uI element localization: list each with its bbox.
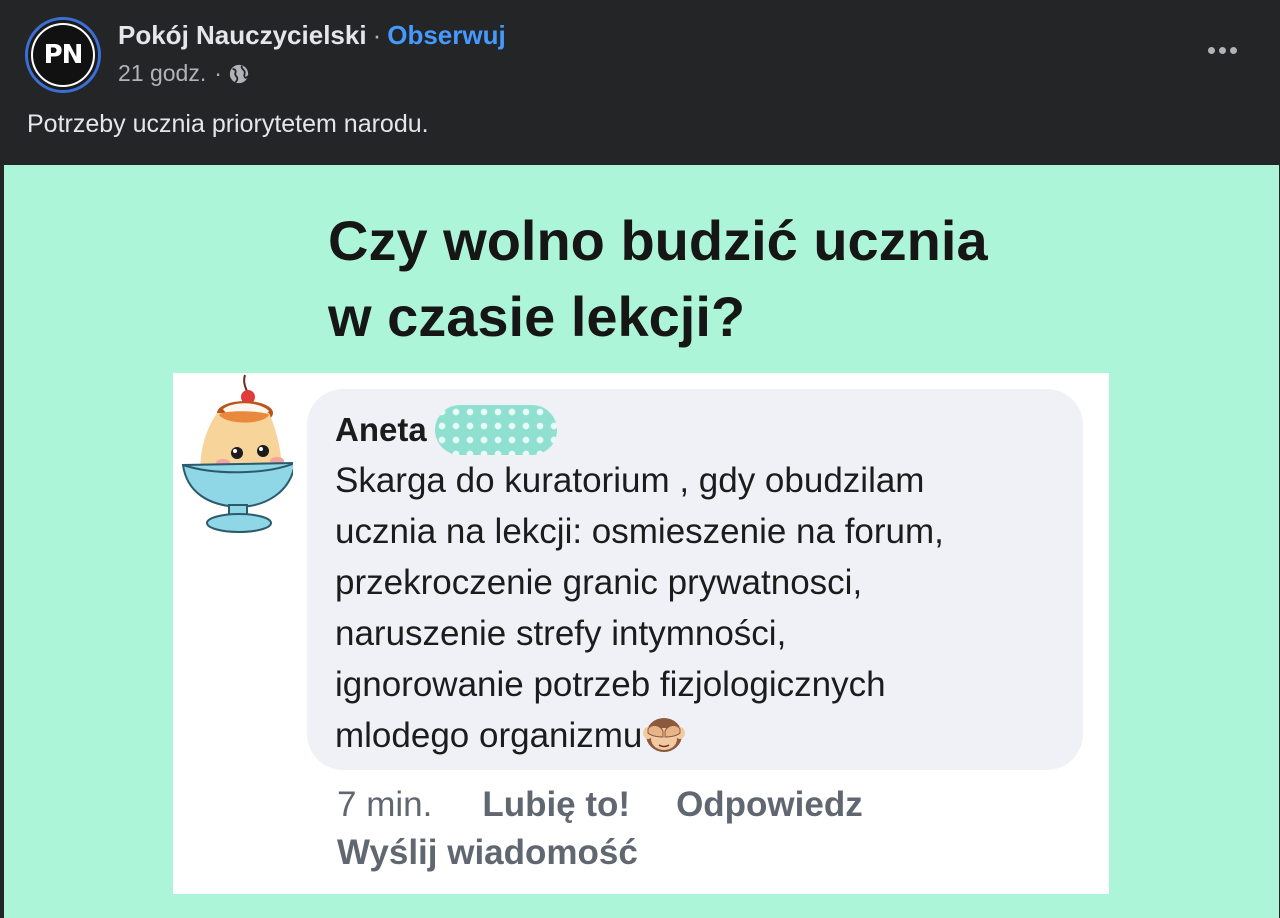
comment-actions: 7 min. Lubię to! Odpowiedz Wyślij wiadom…	[337, 785, 863, 873]
comment-line: przekroczenie granic prywatnosci,	[335, 563, 863, 602]
globe-icon	[229, 64, 249, 83]
post-meta: 21 godz. ·	[118, 60, 250, 87]
more-horizontal-icon	[1207, 46, 1237, 54]
meme-title-line-1: Czy wolno budzić ucznia	[328, 209, 988, 272]
meme-title-line-2: w czasie lekcji?	[328, 285, 746, 348]
page-name-link[interactable]: Pokój Nauczycielski	[118, 20, 367, 50]
comment-line: ucznia na lekcji: osmieszenie na forum,	[335, 512, 944, 551]
comment-screenshot: Aneta Skarga do kuratorium , gdy obudzil…	[173, 373, 1109, 894]
separator-dot: ·	[372, 20, 382, 50]
see-no-evil-monkey-icon	[643, 718, 686, 752]
comment-line: Skarga do kuratorium , gdy obudzilam	[335, 461, 925, 500]
post-image[interactable]: Czy wolno budzić ucznia w czasie lekcji?	[4, 165, 1279, 918]
post-timestamp[interactable]: 21 godz.	[118, 60, 206, 87]
post-author-line: Pokój Nauczycielski · Obserwuj	[118, 20, 506, 51]
comment-time: 7 min.	[337, 785, 433, 824]
reply-link: Odpowiedz	[676, 785, 863, 824]
comment-line: naruszenie strefy intymności,	[335, 614, 787, 653]
comment-last-line: mlodego organizmu	[335, 710, 1075, 761]
comment-bubble: Aneta Skarga do kuratorium , gdy obudzil…	[307, 389, 1083, 770]
comment-author-row: Aneta	[335, 405, 557, 455]
redacted-surname	[434, 405, 557, 455]
comment-line: mlodego organizmu	[335, 716, 643, 755]
post-header: PN Pokój Nauczycielski · Obserwuj 21 godz.…	[0, 0, 1280, 165]
post-text: Potrzeby ucznia priorytetem narodu.	[27, 110, 429, 138]
like-link: Lubię to!	[482, 785, 631, 824]
comment-line: ignorowanie potrzeb fizjologicznych	[335, 665, 886, 704]
page-logo: PN	[33, 25, 93, 85]
post-options-button[interactable]	[1196, 30, 1248, 70]
send-message-link: Wyślij wiadomość	[337, 833, 638, 872]
follow-button[interactable]: Obserwuj	[387, 20, 505, 50]
comment-author: Aneta	[335, 411, 427, 448]
comment-body: Skarga do kuratorium , gdy obudzilam ucz…	[335, 455, 1075, 761]
meme-title: Czy wolno budzić ucznia w czasie lekcji?	[328, 203, 988, 355]
pudding-cup-icon	[181, 374, 293, 533]
page-avatar[interactable]: PN	[25, 17, 101, 93]
meta-separator: ·	[214, 60, 222, 86]
